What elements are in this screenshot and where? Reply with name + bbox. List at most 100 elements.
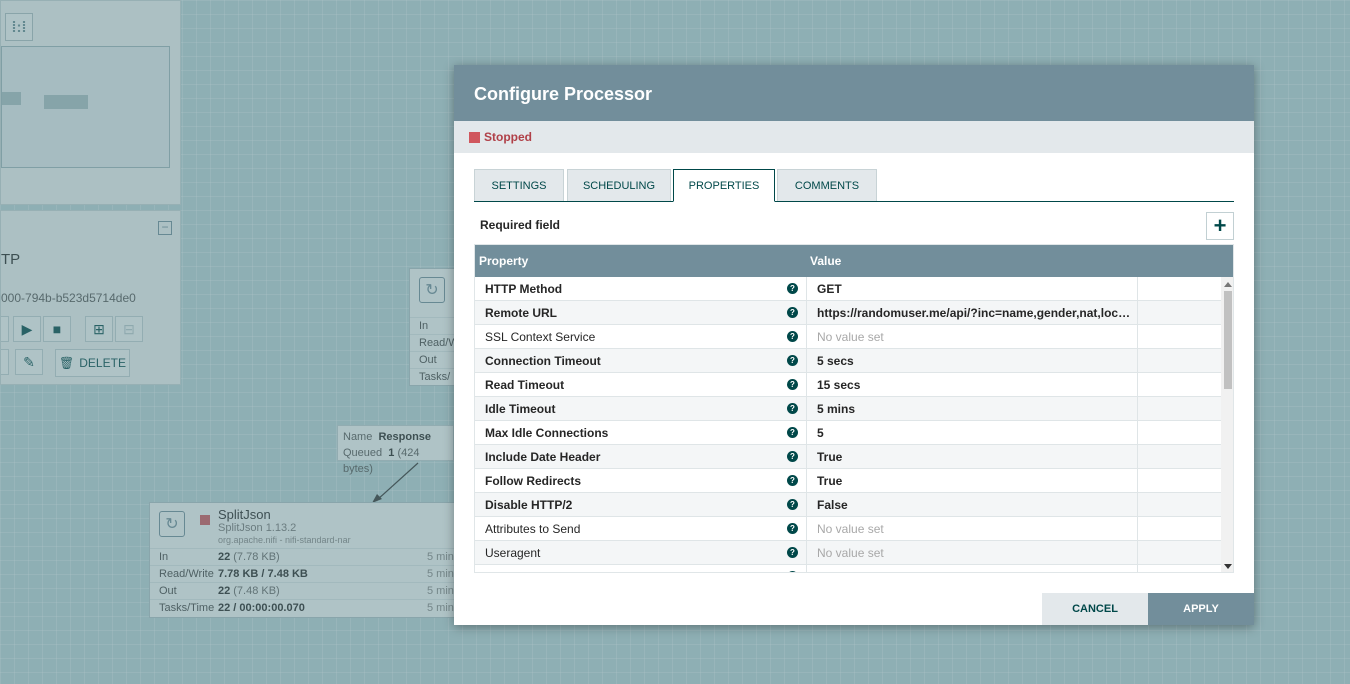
column-divider — [1137, 517, 1138, 541]
column-divider — [806, 469, 807, 493]
add-property-button[interactable]: + — [1206, 212, 1234, 240]
property-name: Basic Authentication Username — [485, 570, 652, 572]
tab-properties[interactable]: PROPERTIES — [673, 169, 775, 202]
property-value[interactable]: 5 mins — [817, 402, 1135, 416]
table-row[interactable]: Max Idle Connections? 5 — [475, 421, 1221, 445]
column-divider — [806, 445, 807, 469]
property-name: Attributes to Send — [485, 522, 581, 536]
tab-bar: SETTINGS SCHEDULING PROPERTIES COMMENTS — [474, 169, 1234, 202]
help-icon[interactable]: ? — [787, 523, 798, 534]
property-name: Idle Timeout — [485, 402, 556, 416]
table-row[interactable]: Follow Redirects? True — [475, 469, 1221, 493]
plus-icon: + — [1213, 213, 1227, 238]
help-icon[interactable]: ? — [787, 451, 798, 462]
help-icon[interactable]: ? — [787, 403, 798, 414]
column-divider — [1137, 277, 1138, 301]
processor-status: Stopped — [454, 121, 1254, 153]
column-divider — [806, 493, 807, 517]
column-divider — [806, 301, 807, 325]
column-divider — [1137, 421, 1138, 445]
table-row[interactable]: Connection Timeout? 5 secs — [475, 349, 1221, 373]
help-icon[interactable]: ? — [787, 355, 798, 366]
table-row[interactable]: SSL Context Service? No value set — [475, 325, 1221, 349]
table-row[interactable]: Remote URL? https://randomuser.me/api/?in… — [475, 301, 1221, 325]
property-value[interactable]: No value set — [817, 330, 1135, 344]
table-row[interactable]: Useragent? No value set — [475, 541, 1221, 565]
status-label: Stopped — [484, 130, 532, 144]
table-row[interactable]: Disable HTTP/2? False — [475, 493, 1221, 517]
scroll-thumb[interactable] — [1224, 291, 1232, 389]
column-header-value[interactable]: Value — [810, 254, 841, 268]
property-name: Read Timeout — [485, 378, 565, 392]
property-value[interactable]: https://randomuser.me/api/?inc=name,gend… — [817, 306, 1135, 320]
configure-processor-dialog: Configure Processor Stopped SETTINGS SCH… — [454, 65, 1254, 625]
column-divider — [806, 541, 807, 565]
property-name: Remote URL — [485, 306, 558, 320]
scroll-down-icon[interactable] — [1224, 564, 1232, 569]
property-value[interactable]: 5 — [817, 426, 1135, 440]
property-value[interactable]: True — [817, 474, 1135, 488]
column-divider — [806, 397, 807, 421]
column-divider — [806, 349, 807, 373]
property-value[interactable]: No value set — [817, 546, 1135, 560]
column-divider — [806, 517, 807, 541]
property-value[interactable]: No value set — [817, 522, 1135, 536]
property-name: HTTP Method — [485, 282, 563, 296]
dialog-title: Configure Processor — [454, 65, 1254, 121]
table-scrollbar[interactable] — [1221, 277, 1233, 572]
column-divider — [1137, 349, 1138, 373]
table-row[interactable]: Basic Authentication Username? No value s… — [475, 565, 1221, 572]
property-value[interactable]: False — [817, 498, 1135, 512]
property-name: Connection Timeout — [485, 354, 601, 368]
required-field-label: Required field — [480, 218, 561, 232]
column-divider — [1137, 325, 1138, 349]
column-divider — [1137, 565, 1138, 572]
property-name: Useragent — [485, 546, 541, 560]
column-divider — [806, 421, 807, 445]
tab-comments[interactable]: COMMENTS — [777, 169, 877, 201]
apply-button[interactable]: APPLY — [1148, 593, 1254, 625]
column-divider — [806, 373, 807, 397]
help-icon[interactable]: ? — [787, 283, 798, 294]
scroll-up-icon[interactable] — [1224, 282, 1232, 287]
column-divider — [1137, 469, 1138, 493]
column-divider — [1137, 301, 1138, 325]
property-name: Follow Redirects — [485, 474, 582, 488]
column-divider — [1137, 541, 1138, 565]
table-row[interactable]: Attributes to Send? No value set — [475, 517, 1221, 541]
help-icon[interactable]: ? — [787, 379, 798, 390]
help-icon[interactable]: ? — [787, 475, 798, 486]
table-body: HTTP Method? GET Remote URL? https://random… — [475, 277, 1221, 572]
column-header-property[interactable]: Property — [479, 254, 528, 268]
table-row[interactable]: HTTP Method? GET — [475, 277, 1221, 301]
help-icon[interactable]: ? — [787, 331, 798, 342]
property-value[interactable]: No value set — [817, 570, 1135, 572]
column-divider — [1137, 397, 1138, 421]
table-row[interactable]: Idle Timeout? 5 mins — [475, 397, 1221, 421]
property-value[interactable]: True — [817, 450, 1135, 464]
column-divider — [806, 277, 807, 301]
tab-settings[interactable]: SETTINGS — [474, 169, 564, 201]
tab-scheduling[interactable]: SCHEDULING — [567, 169, 671, 201]
column-divider — [1137, 373, 1138, 397]
property-name: Max Idle Connections — [485, 426, 609, 440]
column-divider — [1137, 445, 1138, 469]
help-icon[interactable]: ? — [787, 547, 798, 558]
column-divider — [806, 325, 807, 349]
table-row[interactable]: Read Timeout? 15 secs — [475, 373, 1221, 397]
properties-table: Property Value HTTP Method? GET Remote URL… — [474, 244, 1234, 573]
property-value[interactable]: GET — [817, 282, 1135, 296]
property-value[interactable]: 5 secs — [817, 354, 1135, 368]
cancel-button[interactable]: CANCEL — [1042, 593, 1148, 625]
help-icon[interactable]: ? — [787, 307, 798, 318]
column-divider — [806, 565, 807, 572]
property-value[interactable]: 15 secs — [817, 378, 1135, 392]
help-icon[interactable]: ? — [787, 427, 798, 438]
help-icon[interactable]: ? — [787, 571, 798, 572]
table-row[interactable]: Include Date Header? True — [475, 445, 1221, 469]
property-name: Include Date Header — [485, 450, 601, 464]
table-header: Property Value — [475, 245, 1233, 277]
property-name: Disable HTTP/2 — [485, 498, 573, 512]
column-divider — [1137, 493, 1138, 517]
help-icon[interactable]: ? — [787, 499, 798, 510]
